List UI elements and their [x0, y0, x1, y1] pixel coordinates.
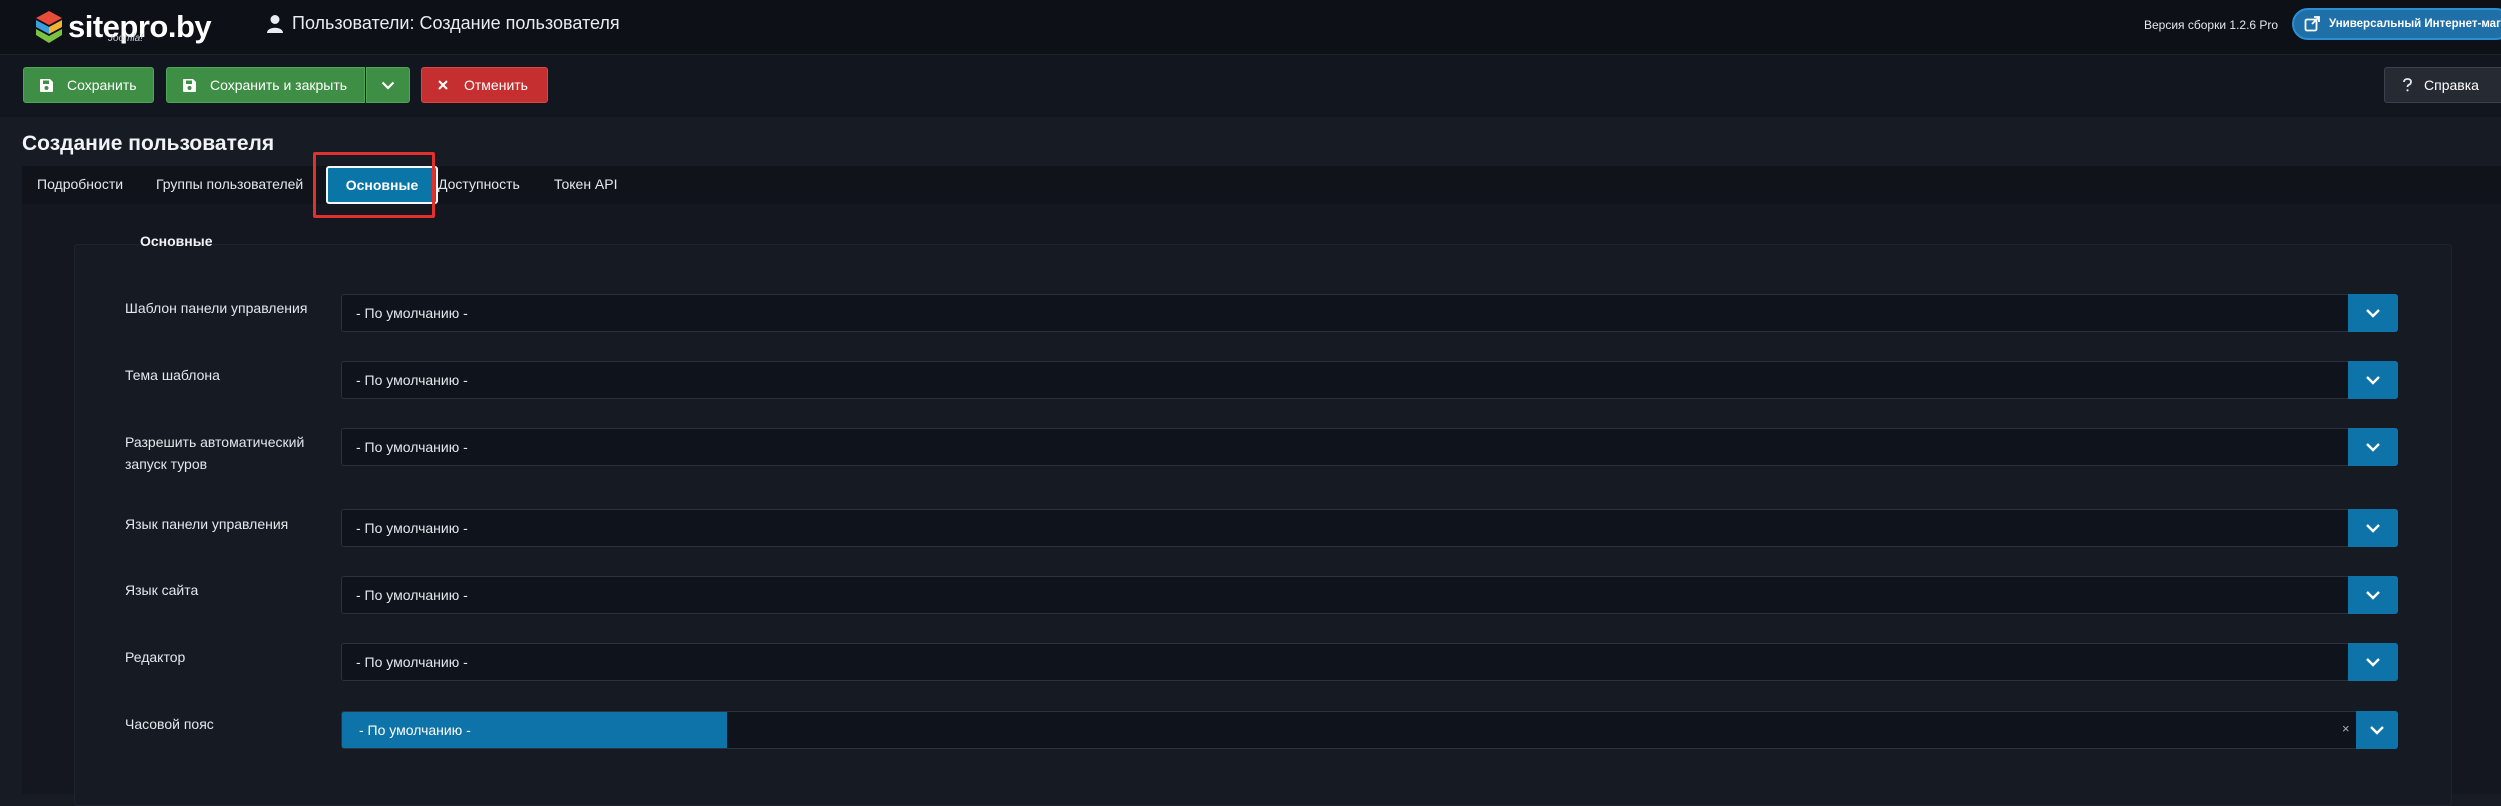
editor-select[interactable]: - По умолчанию -	[341, 643, 2398, 681]
fieldset-legend: Основные	[140, 233, 213, 249]
field-label-admin-language: Язык панели управления	[125, 516, 289, 532]
close-icon	[438, 80, 448, 90]
version-label: Версия сборки 1.2.6 Pro	[2144, 18, 2279, 32]
chevron-down-icon	[2348, 428, 2398, 466]
template-theme-value: - По умолчанию -	[356, 372, 468, 388]
timezone-select[interactable]: - По умолчанию - ×	[341, 711, 2398, 749]
chevron-down-icon	[2348, 643, 2398, 681]
admin-template-value: - По умолчанию -	[356, 305, 468, 321]
admin-template-select[interactable]: - По умолчанию -	[341, 294, 2398, 332]
field-label-admin-template: Шаблон панели управления	[125, 300, 308, 316]
logo-subtext: Joomla!	[108, 33, 144, 44]
tab-details[interactable]: Подробности	[37, 176, 123, 192]
user-icon	[267, 14, 283, 33]
field-label-editor: Редактор	[125, 649, 186, 665]
chevron-down-icon	[2348, 361, 2398, 399]
save-and-close-button[interactable]: Сохранить и закрыть	[166, 67, 365, 103]
template-theme-select[interactable]: - По умолчанию -	[341, 361, 2398, 399]
external-link-icon	[2304, 16, 2320, 32]
floppy-icon	[40, 78, 53, 92]
save-options-dropdown[interactable]	[366, 67, 410, 103]
auto-tours-value: - По умолчанию -	[356, 439, 468, 455]
toolbar: Сохранить Сохранить и закрыть Отменить С…	[0, 55, 2501, 117]
editor-value: - По умолчанию -	[356, 654, 468, 670]
field-label-timezone: Часовой пояс	[125, 716, 214, 732]
field-label-site-language: Язык сайта	[125, 582, 199, 598]
tab-api-token[interactable]: Токен API	[554, 176, 618, 192]
help-button-label: Справка	[2424, 77, 2479, 93]
page-title: Создание пользователя	[22, 132, 275, 155]
page-header-title: Пользователи: Создание пользователя	[292, 13, 620, 33]
admin-language-value: - По умолчанию -	[356, 520, 468, 536]
chevron-down-icon	[2348, 509, 2398, 547]
field-label-template-theme: Тема шаблона	[125, 367, 220, 383]
chevron-down-icon	[2348, 576, 2398, 614]
cancel-button-label: Отменить	[464, 77, 528, 93]
site-link-label: Универсальный Интернет-магаз...	[2329, 18, 2501, 30]
chevron-down-icon	[2348, 294, 2398, 332]
site-language-select[interactable]: - По умолчанию -	[341, 576, 2398, 614]
admin-language-select[interactable]: - По умолчанию -	[341, 509, 2398, 547]
clear-selection-icon[interactable]: ×	[2342, 721, 2350, 736]
save-and-close-label: Сохранить и закрыть	[210, 77, 348, 93]
chevron-down-icon	[2356, 711, 2398, 749]
help-button[interactable]: Справка	[2384, 67, 2501, 103]
question-icon	[2403, 78, 2412, 92]
site-link-button[interactable]: Универсальный Интернет-магаз...	[2292, 8, 2501, 40]
active-tab-highlight	[313, 152, 435, 218]
site-language-value: - По умолчанию -	[356, 587, 468, 603]
field-label-auto-tours: Разрешить автоматический запуск туров	[125, 434, 305, 472]
timezone-value: - По умолчанию -	[359, 722, 471, 738]
top-header: sitepro.by Joomla! Пользователи: Создани…	[0, 0, 2501, 55]
tab-accessibility[interactable]: Доступность	[438, 176, 520, 192]
save-button[interactable]: Сохранить	[23, 67, 154, 103]
chevron-down-icon	[381, 81, 395, 90]
save-button-label: Сохранить	[67, 77, 137, 93]
cancel-button[interactable]: Отменить	[421, 67, 548, 103]
page-header: Пользователи: Создание пользователя	[266, 13, 620, 34]
auto-tours-select[interactable]: - По умолчанию -	[341, 428, 2398, 466]
timezone-selected-token: - По умолчанию -	[342, 712, 727, 748]
tab-user-groups[interactable]: Группы пользователей	[156, 176, 303, 192]
logo-icon	[36, 11, 62, 43]
floppy-icon	[183, 78, 196, 92]
